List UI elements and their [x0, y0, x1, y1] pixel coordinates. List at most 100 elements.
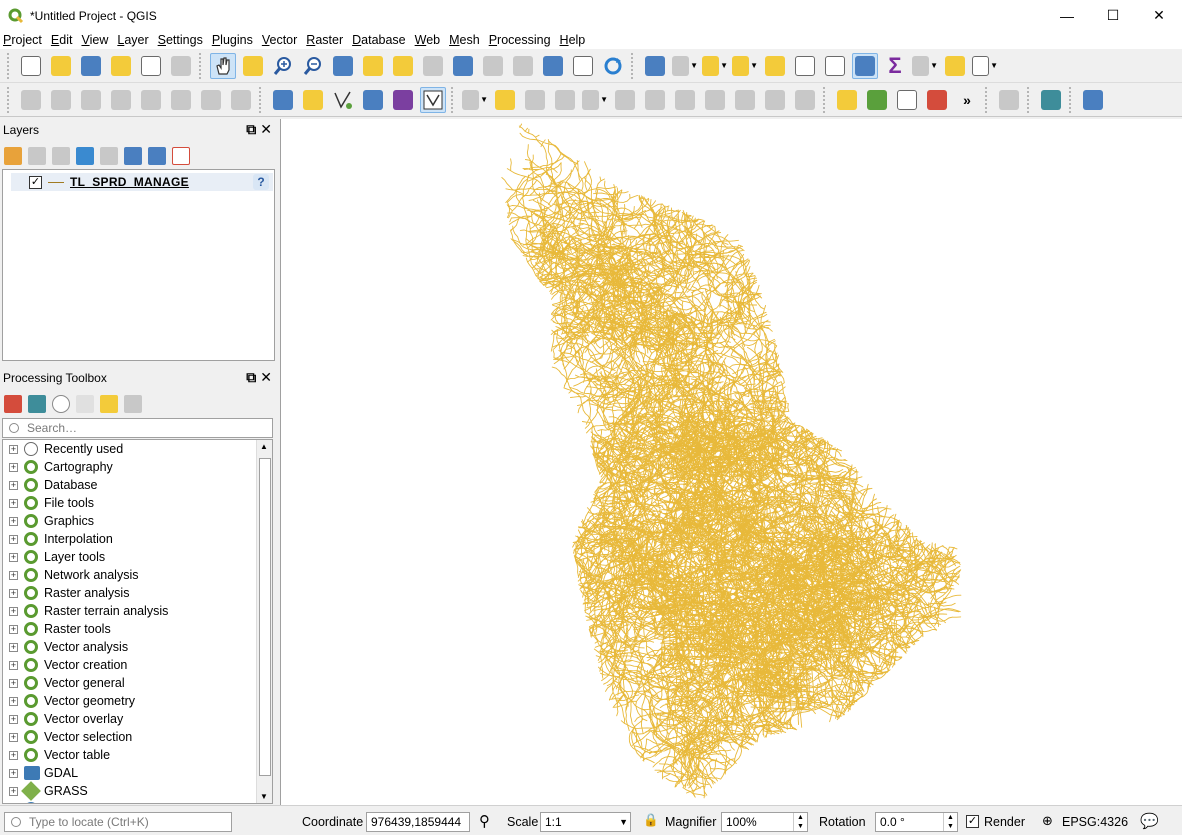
layer-visibility-checkbox[interactable]: ✓ [29, 175, 42, 189]
vertex-tool-button[interactable]: ▼ [582, 87, 608, 113]
expand-icon[interactable]: + [9, 696, 18, 706]
toolbar-grip[interactable] [7, 52, 13, 79]
redo-button[interactable] [792, 87, 818, 113]
expression-filter-icon[interactable] [100, 147, 118, 165]
expand-icon[interactable]: + [9, 444, 18, 454]
deselect-button[interactable] [762, 53, 788, 79]
profile-tool-4-button[interactable] [108, 87, 134, 113]
expand-icon[interactable]: + [9, 480, 18, 490]
expand-icon[interactable]: + [9, 462, 18, 472]
save-as-button[interactable] [108, 53, 134, 79]
zoom-last-button[interactable] [450, 53, 476, 79]
toolbox-item[interactable]: + Raster analysis [3, 584, 272, 602]
eye-icon[interactable] [52, 147, 70, 165]
zoom-native-button[interactable] [420, 53, 446, 79]
toolbox-item[interactable]: + Cartography [3, 458, 272, 476]
refresh-button[interactable] [600, 53, 626, 79]
light-tool-2-button[interactable] [168, 87, 194, 113]
toolbox-item[interactable]: +SAGA [3, 800, 272, 803]
save-edits-button[interactable] [522, 87, 548, 113]
expand-icon[interactable]: + [9, 498, 18, 508]
diagram-button[interactable] [864, 87, 890, 113]
remove-layer-icon[interactable] [172, 147, 190, 165]
delete-selected-button[interactable] [642, 87, 668, 113]
toolbox-item[interactable]: + Graphics [3, 512, 272, 530]
render-checkbox[interactable]: ✓ [966, 815, 979, 828]
menu-mesh[interactable]: Mesh [449, 33, 480, 47]
help-button[interactable] [1080, 87, 1106, 113]
toolbox-search-input[interactable]: Search… [2, 418, 273, 438]
plugin-manager-button[interactable] [996, 87, 1022, 113]
zoom-to-layer-button[interactable] [390, 53, 416, 79]
show-bookmarks-button[interactable] [540, 53, 566, 79]
add-group-icon[interactable] [28, 147, 46, 165]
actions-button[interactable]: ▼ [672, 53, 698, 79]
toolbox-item[interactable]: + Vector overlay [3, 710, 272, 728]
expand-icon[interactable]: + [9, 624, 18, 634]
python-scripts-icon[interactable] [28, 395, 46, 413]
toolbox-item[interactable]: + GDAL [3, 764, 272, 782]
layer-name[interactable]: TL_SPRD_MANAGE [70, 175, 189, 189]
measure-button[interactable]: ▼ [912, 53, 938, 79]
zoom-full-button[interactable] [330, 53, 356, 79]
add-feature-button[interactable] [552, 87, 578, 113]
globe-tool-button[interactable] [198, 87, 224, 113]
select-by-value-button[interactable]: ▼ [732, 53, 758, 79]
toolbox-scrollbar[interactable]: ▲ ▼ [256, 440, 272, 803]
pan-map-button[interactable] [210, 52, 236, 79]
expand-icon[interactable]: + [9, 732, 18, 742]
toolbox-item[interactable]: + Vector selection [3, 728, 272, 746]
close-button[interactable]: ✕ [1136, 0, 1182, 31]
expand-icon[interactable]: + [9, 786, 18, 796]
toolbox-item[interactable]: + File tools [3, 494, 272, 512]
menu-processing[interactable]: Processing [489, 33, 551, 47]
expand-icon[interactable]: + [9, 606, 18, 616]
menu-raster[interactable]: Raster [306, 33, 343, 47]
modify-attributes-button[interactable] [612, 87, 638, 113]
scroll-down-icon[interactable]: ▼ [260, 792, 268, 801]
cut-button[interactable] [672, 87, 698, 113]
identify-button[interactable] [642, 53, 668, 79]
zoom-next-button[interactable] [480, 53, 506, 79]
select-features-button[interactable]: ▼ [702, 53, 728, 79]
menu-database[interactable]: Database [352, 33, 406, 47]
current-edits-button[interactable]: ▼ [462, 87, 488, 113]
profile-tool-button[interactable] [18, 87, 44, 113]
zoom-to-selection-button[interactable] [360, 53, 386, 79]
label-toolbar-button[interactable] [834, 87, 860, 113]
expand-icon[interactable]: + [9, 570, 18, 580]
toolbox-item[interactable]: + Network analysis [3, 566, 272, 584]
close-panel-icon[interactable]: ✕ [260, 121, 272, 138]
new-shapefile-button[interactable] [300, 87, 326, 113]
menu-view[interactable]: View [81, 33, 108, 47]
undo-button[interactable] [762, 87, 788, 113]
toolbox-item[interactable]: + Database [3, 476, 272, 494]
expand-icon[interactable]: + [9, 660, 18, 670]
more-tools-button[interactable]: » [954, 87, 980, 113]
toolbar-grip[interactable] [259, 86, 265, 113]
edit-features-in-place-icon[interactable] [100, 395, 118, 413]
toolbox-item[interactable]: + Vector geometry [3, 692, 272, 710]
new-project-button[interactable] [18, 53, 44, 79]
map-canvas[interactable] [280, 119, 1182, 805]
messages-icon[interactable]: 💬 [1140, 812, 1159, 830]
float-panel-icon[interactable]: ⧉ [246, 369, 256, 386]
pan-to-selection-button[interactable] [240, 53, 266, 79]
collapse-all-icon[interactable] [148, 147, 166, 165]
rotation-spinbox[interactable]: 0.0 ° ▲ ▼ [875, 812, 958, 832]
toolbar-grip[interactable] [985, 86, 991, 113]
toolbar-grip[interactable] [631, 52, 637, 79]
toolbox-item[interactable]: + Raster tools [3, 620, 272, 638]
wrench-icon[interactable] [124, 395, 142, 413]
show-hide-labels-button[interactable] [924, 87, 950, 113]
print-layout-button[interactable] [138, 53, 164, 79]
menu-vector[interactable]: Vector [262, 33, 297, 47]
crs-label[interactable]: EPSG:4326 [1062, 815, 1128, 829]
toolbox-item[interactable]: + Vector general [3, 674, 272, 692]
menu-layer[interactable]: Layer [117, 33, 148, 47]
digitize-button[interactable] [360, 87, 386, 113]
toolbox-item[interactable]: + Vector table [3, 746, 272, 764]
style-layer-icon[interactable] [4, 147, 22, 165]
expand-icon[interactable]: + [9, 516, 18, 526]
magnifier-spinbox[interactable]: 100% ▲ ▼ [721, 812, 808, 832]
